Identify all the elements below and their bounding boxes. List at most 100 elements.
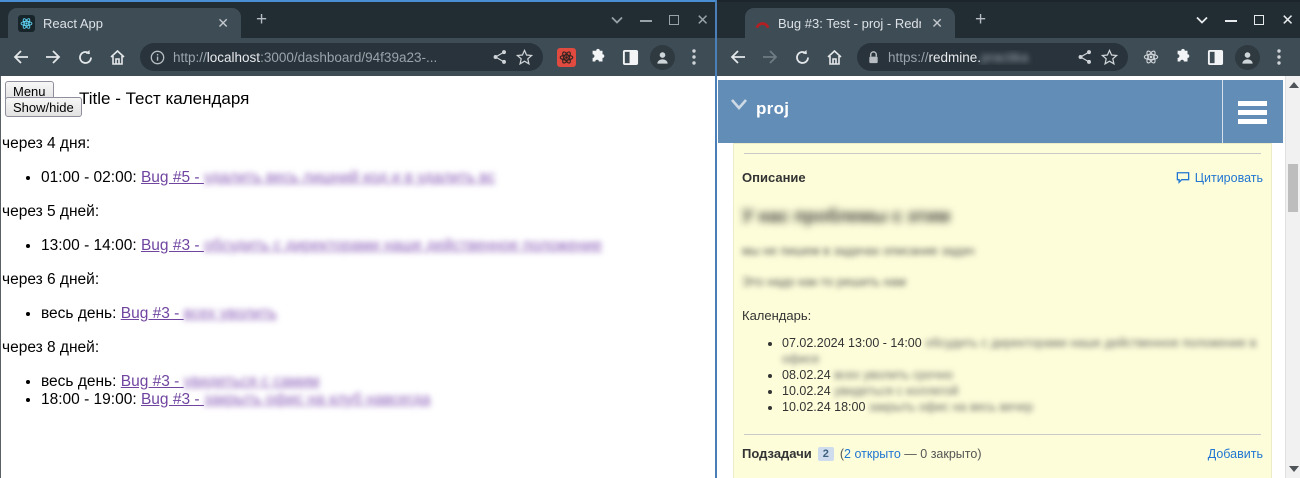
new-tab-button[interactable]: + — [256, 10, 267, 29]
blurred-domain: practika — [981, 50, 1028, 65]
tab-react-app[interactable]: React App ✕ — [8, 8, 241, 38]
browser-window-react-app: React App ✕ + ✕ http://localhost:3000/da… — [0, 0, 715, 478]
chevron-down-icon[interactable] — [730, 98, 748, 110]
share-icon[interactable] — [492, 49, 508, 65]
scrollbar-thumb[interactable] — [1288, 164, 1298, 212]
share-icon[interactable] — [1077, 49, 1093, 65]
subtasks-counts: (2 открыто — 0 закрыто) — [840, 447, 982, 461]
redmine-icon — [755, 17, 770, 29]
calendar-entries: 07.02.2024 13:00 - 14:00 обсудить с дире… — [742, 335, 1263, 415]
scroll-up-icon[interactable] — [1289, 82, 1299, 88]
blurred-bug-title[interactable]: обсудить с директорами наше действенное … — [204, 237, 602, 254]
close-button[interactable]: ✕ — [1281, 11, 1294, 29]
reload-button[interactable] — [72, 44, 98, 70]
description-heading: Описание — [742, 170, 806, 185]
window-controls: ✕ — [611, 2, 709, 38]
back-button[interactable] — [725, 44, 751, 70]
tab-redmine[interactable]: Bug #3: Test - proj - Redmine ✕ — [745, 8, 955, 38]
redmine-project-header: proj — [718, 80, 1283, 143]
blurred-entry-text: всех уволить срочно — [834, 368, 953, 382]
browser-window-redmine: Bug #3: Test - proj - Redmine ✕ + ✕ http… — [717, 0, 1300, 478]
blurred-entry-text: закрыть офис на весь вечер — [869, 400, 1033, 414]
calendar-entry: 10.02.24 увидеться с коллегой — [782, 383, 1263, 399]
profile-avatar-icon[interactable] — [1234, 44, 1260, 70]
page-scrollbar[interactable] — [1285, 76, 1300, 478]
bug-link[interactable]: Bug #3 - — [141, 391, 204, 408]
divider — [744, 153, 1261, 154]
lock-icon[interactable] — [867, 50, 880, 65]
tab-title: Bug #3: Test - proj - Redmine — [778, 16, 921, 31]
maximize-button[interactable] — [1254, 13, 1264, 28]
event-item: 01:00 - 02:00: Bug #5 - удалить весь лиш… — [41, 169, 705, 187]
open-subtasks-link[interactable]: 2 открыто — [844, 447, 901, 461]
calendar-label: Календарь: — [742, 308, 1263, 323]
close-button[interactable]: ✕ — [696, 11, 709, 29]
event-item: 18:00 - 19:00: Bug #3 - закрыть офис на … — [41, 391, 705, 409]
section-heading: через 4 дня: — [2, 135, 705, 153]
profile-avatar-icon[interactable] — [649, 44, 675, 70]
sidebar-panel-icon[interactable] — [1202, 44, 1228, 70]
calendar-entry: 08.02.24 всех уволить срочно — [782, 367, 1263, 383]
maximize-button[interactable] — [669, 13, 679, 28]
tab-search-chevron-icon[interactable] — [1196, 16, 1208, 24]
hamburger-menu-icon[interactable] — [1238, 101, 1267, 128]
showhide-button[interactable]: Show/hide — [5, 97, 82, 117]
divider — [744, 434, 1261, 435]
bug-link[interactable]: Bug #3 - — [121, 373, 184, 390]
react-devtools-icon[interactable] — [553, 44, 579, 70]
bug-link[interactable]: Bug #3 - — [121, 305, 184, 322]
event-item: весь день: Bug #3 - всех уволить — [41, 305, 705, 323]
address-bar[interactable]: https://redmine.practika — [857, 43, 1128, 71]
blurred-description-title: У нас проблемы с этим — [742, 206, 1263, 227]
blurred-bug-title[interactable]: всех уволить — [184, 305, 277, 322]
extensions-puzzle-icon[interactable] — [1170, 44, 1196, 70]
reload-button[interactable] — [789, 44, 815, 70]
back-button[interactable] — [8, 44, 34, 70]
bookmark-star-icon[interactable] — [1101, 49, 1118, 66]
react-devtools-icon[interactable] — [1138, 44, 1164, 70]
calendar-events-list: через 4 дня: 01:00 - 02:00: Bug #5 - уда… — [1, 119, 705, 425]
bug-link[interactable]: Bug #3 - — [141, 237, 204, 254]
blurred-bug-title[interactable]: удалить весь лишний код и в удалить вс — [204, 169, 495, 186]
forward-button[interactable] — [40, 44, 66, 70]
scroll-down-icon[interactable] — [1289, 466, 1299, 472]
subtasks-count-badge: 2 — [818, 447, 834, 461]
url-text: http://localhost:3000/dashboard/94f39a23… — [173, 50, 484, 65]
section-heading: через 6 дней: — [2, 271, 705, 289]
section-heading: через 8 дней: — [2, 339, 705, 357]
tab-close-icon[interactable]: ✕ — [215, 16, 231, 30]
page-title: Title - Тест календаря — [79, 89, 249, 109]
minimize-button[interactable] — [1225, 13, 1237, 28]
blurred-description-paragraph: Это надо как-то решить нам — [742, 275, 1263, 289]
kebab-menu-icon[interactable] — [1266, 44, 1292, 70]
extensions-puzzle-icon[interactable] — [585, 44, 611, 70]
site-info-icon[interactable] — [150, 50, 165, 65]
home-button[interactable] — [821, 44, 847, 70]
sidebar-panel-icon[interactable] — [617, 44, 643, 70]
browser-toolbar: http://localhost:3000/dashboard/94f39a23… — [0, 38, 715, 76]
home-button[interactable] — [104, 44, 130, 70]
tab-close-icon[interactable]: ✕ — [929, 16, 945, 30]
minimize-button[interactable] — [640, 13, 652, 28]
address-bar[interactable]: http://localhost:3000/dashboard/94f39a23… — [140, 43, 543, 71]
blurred-bug-title[interactable]: закрыть офис на клуб навсегда — [204, 391, 431, 408]
event-item: весь день: Bug #3 - увидеться с самим — [41, 373, 705, 391]
tab-search-chevron-icon[interactable] — [611, 16, 623, 24]
forward-button[interactable] — [757, 44, 783, 70]
add-subtask-link[interactable]: Добавить — [1208, 447, 1263, 461]
redmine-page: proj Описание Цитировать У нас проблемы … — [717, 76, 1300, 478]
calendar-entry: 10.02.24 18:00 закрыть офис на весь вече… — [782, 399, 1263, 415]
bookmark-star-icon[interactable] — [516, 49, 533, 66]
blurred-description-paragraph: мы не пишем в задачах описание задач — [742, 244, 1263, 258]
new-tab-button[interactable]: + — [975, 10, 986, 29]
kebab-menu-icon[interactable] — [681, 44, 707, 70]
project-name[interactable]: proj — [756, 99, 789, 119]
blurred-bug-title[interactable]: увидеться с самим — [184, 373, 320, 390]
event-item: 13:00 - 14:00: Bug #3 - обсудить с дирек… — [41, 237, 705, 255]
tab-strip: React App ✕ + ✕ — [0, 2, 715, 38]
blurred-entry-text: увидеться с коллегой — [834, 384, 958, 398]
bug-link[interactable]: Bug #5 - — [141, 169, 204, 186]
issue-details-box: Описание Цитировать У нас проблемы с эти… — [733, 143, 1272, 478]
quote-link[interactable]: Цитировать — [1176, 171, 1263, 185]
calendar-entry: 07.02.2024 13:00 - 14:00 обсудить с дире… — [782, 335, 1263, 367]
